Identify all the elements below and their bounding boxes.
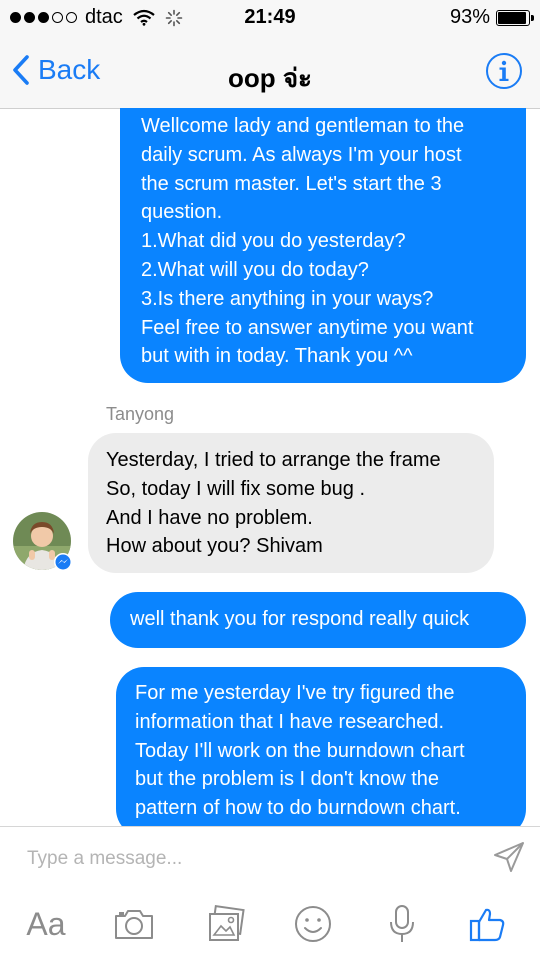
camera-button[interactable] xyxy=(112,901,156,947)
message-line: information that I have researched. xyxy=(135,710,445,733)
battery-fill xyxy=(498,11,526,24)
message-line: pattern of how to do burndown chart. xyxy=(135,797,461,820)
message-line: Yesterday, I tried to arrange the frame xyxy=(106,449,441,471)
message-line: Today I'll work on the burndown chart xyxy=(135,739,465,762)
message-line: the scrum master. Let's start the 3 xyxy=(141,172,442,195)
battery-icon xyxy=(496,9,534,26)
message-line: well thank you for respond really quick xyxy=(130,608,470,630)
composer-toolbar: Aa xyxy=(0,901,540,951)
like-icon xyxy=(469,908,505,942)
avatar[interactable] xyxy=(13,512,73,572)
sender-name: Tanyong xyxy=(106,404,175,424)
message-line: And I have no problem. xyxy=(106,506,313,529)
message-bubble-outgoing[interactable]: For me yesterday I've try figured the in… xyxy=(116,667,526,826)
message-bubble-incoming[interactable]: Yesterday, I tried to arrange the frame … xyxy=(88,433,494,573)
message-input[interactable]: Type a message... xyxy=(27,848,182,870)
message-line: Wellcome lady and gentleman to the xyxy=(141,115,465,137)
message-line: 1.What did you do yesterday? xyxy=(141,230,406,253)
photo-icon xyxy=(209,905,245,941)
message-line: but the problem is I don't know the xyxy=(135,768,439,791)
composer: Type a message... Aa xyxy=(0,826,540,960)
like-button[interactable] xyxy=(466,901,508,947)
emoji-icon xyxy=(295,906,331,942)
camera-icon xyxy=(115,910,153,939)
message-line: but with in today. Thank you ^^ xyxy=(141,345,413,368)
message-line: How about you? Shivam xyxy=(106,535,323,558)
message-line: 3.Is there anything in your ways? xyxy=(141,287,434,310)
conversation-title: oop จ่ะ xyxy=(227,63,313,93)
emoji-button[interactable] xyxy=(291,901,335,947)
battery-percent: 93% xyxy=(449,6,490,28)
info-icon[interactable] xyxy=(485,52,523,90)
send-icon[interactable] xyxy=(492,840,526,874)
microphone-icon xyxy=(390,905,414,942)
message-bubble-outgoing[interactable]: Wellcome lady and gentleman to the daily… xyxy=(120,108,526,383)
message-line: question. xyxy=(141,201,223,224)
message-line: Feel free to answer anytime you want xyxy=(141,316,474,339)
message-line: daily scrum. As always I'm your host xyxy=(141,143,462,166)
message-line: For me yesterday I've try figured the xyxy=(135,682,455,704)
message-bubble-outgoing[interactable]: well thank you for respond really quick xyxy=(110,592,526,648)
photo-button[interactable] xyxy=(204,901,248,947)
microphone-button[interactable] xyxy=(382,901,422,947)
message-line: So, today I will fix some bug . xyxy=(106,477,366,500)
status-bar: dtac 21:49 93% xyxy=(0,0,540,36)
status-right: 93% xyxy=(449,6,534,29)
nav-bar: Back oop จ่ะ xyxy=(0,36,540,109)
text-format-button[interactable]: Aa xyxy=(22,901,70,947)
messenger-screen: dtac 21:49 93% Back oop จ่ะ Wellcome lad… xyxy=(0,0,540,960)
message-list[interactable]: Wellcome lady and gentleman to the daily… xyxy=(0,108,540,826)
message-line: 2.What will you do today? xyxy=(141,258,369,281)
